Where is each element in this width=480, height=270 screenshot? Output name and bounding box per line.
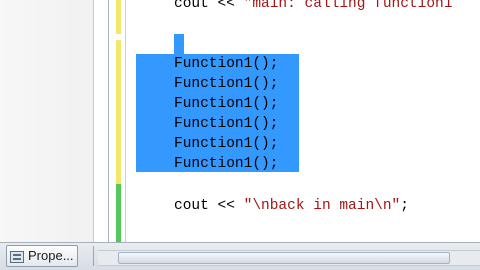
code-line-selected[interactable]: Function1(); bbox=[174, 114, 278, 134]
horizontal-scrollbar-thumb[interactable] bbox=[118, 252, 450, 264]
tab-properties-label: Prope... bbox=[28, 248, 74, 263]
panel-gap bbox=[94, 0, 108, 242]
code-line-selected[interactable]: Function1(); bbox=[174, 54, 278, 74]
strip-divider bbox=[93, 246, 94, 266]
code-line[interactable]: cout << "main: calling function1 bbox=[174, 0, 452, 14]
string-literal: "main: calling function1 bbox=[243, 0, 453, 12]
code-line-selected[interactable]: Function1(); bbox=[174, 74, 278, 94]
change-margin-unsaved bbox=[116, 40, 121, 184]
code-line-selected[interactable]: Function1(); bbox=[174, 134, 278, 154]
properties-icon bbox=[10, 251, 24, 263]
code-line-selected[interactable]: Function1(); bbox=[174, 154, 278, 174]
code-line-selected[interactable]: Function1(); bbox=[174, 94, 278, 114]
code-token: ; bbox=[400, 198, 409, 214]
selection-caret-line bbox=[174, 34, 184, 54]
code-token: cout << bbox=[174, 0, 244, 12]
string-literal: "\nback in main\n" bbox=[243, 198, 401, 214]
change-margin-unsaved bbox=[116, 0, 121, 34]
ide-window: cout << "main: calling function1 Functio… bbox=[0, 0, 480, 270]
left-dock-panel bbox=[0, 0, 94, 242]
change-margin-saved bbox=[116, 184, 121, 242]
code-line[interactable]: cout << "\nback in main\n"; bbox=[174, 196, 409, 216]
editor-gutter-separator bbox=[125, 0, 126, 242]
code-token: cout << bbox=[174, 198, 244, 214]
